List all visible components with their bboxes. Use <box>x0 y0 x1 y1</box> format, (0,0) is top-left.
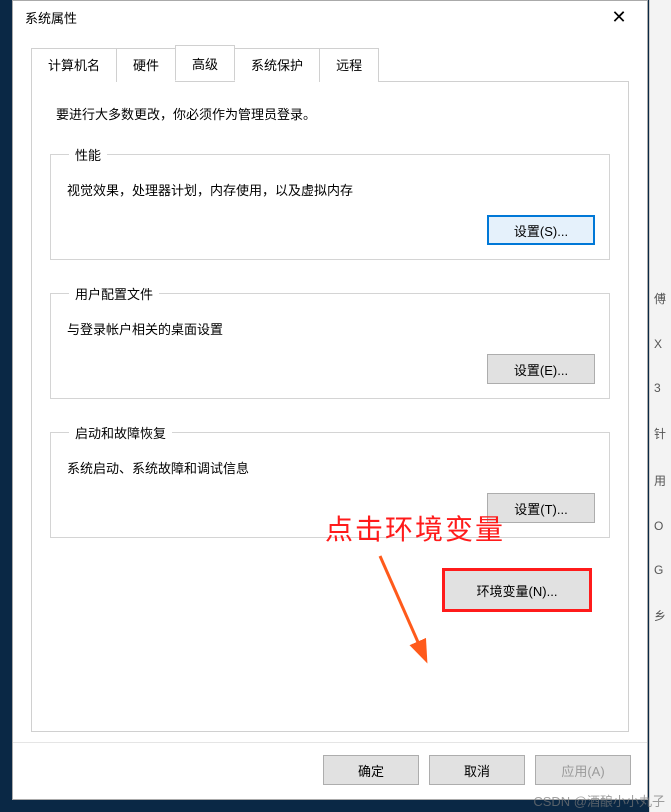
cancel-button[interactable]: 取消 <box>429 755 525 785</box>
ok-button[interactable]: 确定 <box>323 755 419 785</box>
environment-variables-button[interactable]: 环境变量(N)... <box>442 568 592 612</box>
performance-legend: 性能 <box>69 145 107 164</box>
watermark: CSDN @酒酿小小丸子 <box>533 791 665 810</box>
tab-advanced[interactable]: 高级 <box>175 45 235 81</box>
tab-remote[interactable]: 远程 <box>319 48 379 82</box>
user-profiles-desc: 与登录帐户相关的桌面设置 <box>67 319 595 338</box>
startup-recovery-legend: 启动和故障恢复 <box>69 423 172 442</box>
close-button[interactable]: ✕ <box>599 3 639 31</box>
tab-strip: 计算机名 硬件 高级 系统保护 远程 <box>31 47 629 82</box>
user-profiles-group: 用户配置文件 与登录帐户相关的桌面设置 设置(E)... <box>50 284 610 399</box>
performance-group: 性能 视觉效果，处理器计划，内存使用，以及虚拟内存 设置(S)... <box>50 145 610 260</box>
startup-recovery-group: 启动和故障恢复 系统启动、系统故障和调试信息 设置(T)... <box>50 423 610 538</box>
tab-system-protection[interactable]: 系统保护 <box>234 48 320 82</box>
system-properties-dialog: 系统属性 ✕ 计算机名 硬件 高级 系统保护 远程 要进行大多数更改，你必须作为… <box>12 0 648 800</box>
close-icon: ✕ <box>611 7 626 28</box>
titlebar: 系统属性 ✕ <box>13 1 647 33</box>
background-fragment: 傅 X 3 针 用 O G 乡 <box>649 0 671 812</box>
apply-button[interactable]: 应用(A) <box>535 755 631 785</box>
performance-desc: 视觉效果，处理器计划，内存使用，以及虚拟内存 <box>67 180 595 199</box>
startup-recovery-desc: 系统启动、系统故障和调试信息 <box>67 458 595 477</box>
performance-settings-button[interactable]: 设置(S)... <box>487 215 595 245</box>
env-var-row: 环境变量(N)... <box>50 568 592 612</box>
tab-computer-name[interactable]: 计算机名 <box>31 48 117 82</box>
startup-recovery-settings-button[interactable]: 设置(T)... <box>487 493 595 523</box>
user-profiles-settings-button[interactable]: 设置(E)... <box>487 354 595 384</box>
dialog-body: 计算机名 硬件 高级 系统保护 远程 要进行大多数更改，你必须作为管理员登录。 … <box>13 33 647 742</box>
user-profiles-legend: 用户配置文件 <box>69 284 159 303</box>
window-title: 系统属性 <box>21 8 599 27</box>
tab-hardware[interactable]: 硬件 <box>116 48 176 82</box>
admin-notice: 要进行大多数更改，你必须作为管理员登录。 <box>56 104 610 123</box>
tab-panel-advanced: 要进行大多数更改，你必须作为管理员登录。 性能 视觉效果，处理器计划，内存使用，… <box>31 82 629 732</box>
